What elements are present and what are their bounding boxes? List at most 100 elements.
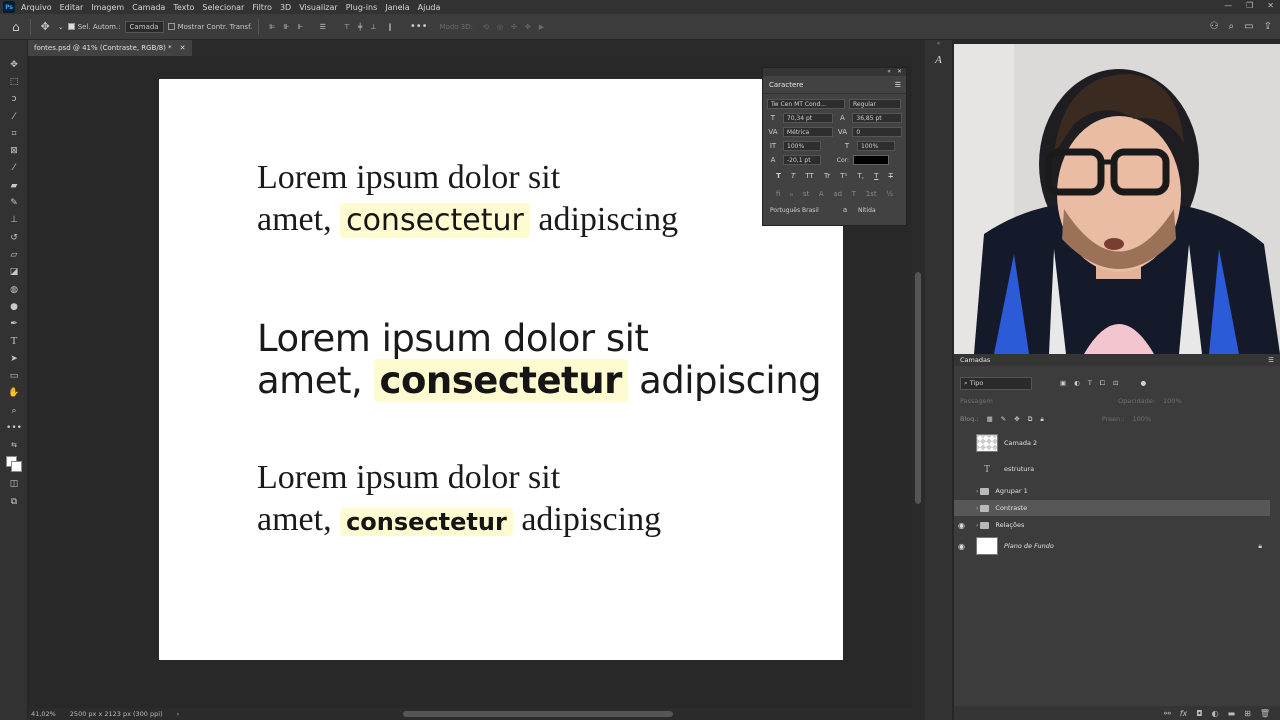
swash-icon[interactable]: st [803,190,809,198]
expand-arrow-icon[interactable]: › [976,488,978,495]
workspace-icon[interactable]: ▭ [1244,21,1253,32]
text-color-swatch[interactable] [853,155,889,165]
fx-icon[interactable]: fx [1180,709,1188,718]
layer-name[interactable]: Relações [995,521,1024,529]
color-swatches-icon[interactable] [0,454,28,476]
titling-alternates-icon[interactable]: ad [833,190,842,198]
marquee-tool-icon[interactable]: ⬚ [0,73,28,90]
menu-plugins[interactable]: Plug-ins [346,3,378,12]
move-tool-icon[interactable]: ✥ [41,20,50,33]
blend-mode-select[interactable]: Passagem [960,397,1070,405]
filter-pixel-icon[interactable]: ▣ [1060,379,1066,387]
lasso-tool-icon[interactable]: ↄ [0,91,28,108]
quick-mask-icon[interactable]: ◫ [0,476,28,493]
layer-name[interactable]: Camada 2 [1004,439,1037,447]
tracking-field[interactable]: 0 [852,127,902,137]
delete-layer-icon[interactable]: 🗑︎ [1260,709,1270,718]
underline-button[interactable]: T [874,172,878,180]
zoom-tool-icon[interactable]: ⌕ [0,402,28,419]
add-mask-icon[interactable]: ◘ [1196,709,1202,718]
distribute-icon[interactable]: ☰ [320,23,326,31]
share-upload-icon[interactable]: ⇪ [1264,21,1272,32]
vertical-scale-field[interactable]: 100% [783,141,821,151]
collapse-icon[interactable]: « [887,68,891,76]
menu-filtro[interactable]: Filtro [252,3,272,12]
new-layer-icon[interactable]: ⊞ [1244,709,1251,718]
restore-icon[interactable]: ❐ [1246,1,1253,10]
search-icon[interactable]: ⌕ [1229,21,1235,32]
subscript-button[interactable]: T, [857,172,864,180]
filter-toggle-icon[interactable]: ● [1140,379,1146,387]
layer-name[interactable]: Contraste [995,504,1027,512]
panel-menu-icon[interactable]: ☰ [1268,356,1274,364]
filter-type-icon[interactable]: T [1088,379,1092,387]
lock-artboard-icon[interactable]: ⧉ [1028,415,1033,424]
camera-3d-icon[interactable]: ▶ [539,23,544,31]
layer-name[interactable]: Plano de Fundo [1004,542,1054,550]
menu-visualizar[interactable]: Visualizar [299,3,338,12]
lock-image-icon[interactable]: ✎ [1001,415,1006,423]
panel-menu-icon[interactable]: ☰ [895,81,901,89]
auto-select-checkbox[interactable] [67,23,75,30]
discretionary-ligature-icon[interactable]: ℴ [790,190,793,198]
font-size-field[interactable]: 70,34 pt [782,113,833,123]
layer-group-row[interactable]: › Agrupar 1 [954,483,1270,499]
layer-row[interactable]: ◉ Plano de Fundo 🔒︎ [954,535,1270,557]
dock-collapse-icon[interactable]: « [925,40,952,50]
screen-mode-icon[interactable]: ⧉ [0,493,28,510]
all-caps-button[interactable]: TT [805,172,813,180]
transform-controls-checkbox[interactable] [167,23,175,30]
more-options-icon[interactable]: ••• [410,21,428,32]
opacity-field[interactable]: 100% [1163,397,1182,405]
baseline-shift-field[interactable]: -20,1 pt [783,155,821,165]
layer-row[interactable]: T estrutura [954,458,1270,480]
type-tool-icon[interactable]: T [0,333,28,350]
menu-imagem[interactable]: Imagem [91,3,124,12]
ordinals-icon[interactable]: T [852,190,856,198]
filter-adjustment-icon[interactable]: ◐ [1074,379,1080,387]
history-brush-tool-icon[interactable]: ↺ [0,229,28,246]
stylistic-alternates-icon[interactable]: A [819,190,824,198]
slide-3d-icon[interactable]: ✥ [525,23,531,31]
hand-tool-icon[interactable]: ✋ [0,385,28,402]
dodge-tool-icon[interactable]: ● [0,298,28,315]
menu-arquivo[interactable]: Arquivo [21,3,52,12]
leading-field[interactable]: 36,85 pt [852,113,902,123]
font-style-select[interactable]: Regular [849,99,901,109]
home-icon[interactable]: ⌂ [12,20,20,34]
gradient-tool-icon[interactable]: ◪ [0,264,28,281]
close-tab-icon[interactable]: ✕ [180,44,186,52]
language-select[interactable]: Português Brasil [767,205,835,215]
document-tab[interactable]: fontes.psd @ 41% (Contraste, RGB/8) * ✕ [28,40,192,56]
align-middle-icon[interactable]: ╪ [358,23,362,31]
stamp-tool-icon[interactable]: ⊥ [0,212,28,229]
layers-panel-title[interactable]: Camadas [960,356,990,364]
layer-name[interactable]: Agrupar 1 [995,487,1027,495]
text-block-1[interactable]: Lorem ipsum dolor sit amet, consectetur … [257,157,678,242]
chevron-down-icon[interactable]: ⌄ [58,23,64,31]
distribute-vertical-icon[interactable]: ‖ [388,23,392,31]
ligature-icon[interactable]: fi [776,190,780,198]
menu-texto[interactable]: Texto [173,3,194,12]
minimize-icon[interactable]: — [1224,1,1232,10]
vertical-scrollbar[interactable] [912,56,925,708]
brush-tool-icon[interactable]: ✎ [0,194,28,211]
blur-tool-icon[interactable]: ◍ [0,281,28,298]
menu-ajuda[interactable]: Ajuda [418,3,441,12]
filter-smart-object-icon[interactable]: ⊡ [1113,379,1118,387]
frame-tool-icon[interactable]: ⊠ [0,142,28,159]
lock-position-icon[interactable]: ✥ [1014,415,1019,423]
layer-name[interactable]: estrutura [1004,465,1034,473]
lock-transparent-icon[interactable]: ▦ [987,415,993,423]
auto-select-dropdown[interactable]: Camada [124,20,164,33]
lock-all-icon[interactable]: 🔒︎ [1040,415,1043,424]
antialias-select[interactable]: Nítida [855,205,897,215]
filter-shape-icon[interactable]: ⧠ [1100,379,1105,388]
expand-arrow-icon[interactable]: › [976,505,978,512]
small-caps-button[interactable]: Tr [824,172,830,180]
scroll-thumb[interactable] [403,711,673,717]
rectangle-tool-icon[interactable]: ▭ [0,367,28,384]
superscript-button[interactable]: T¹ [840,172,847,180]
faux-italic-button[interactable]: T [791,172,795,180]
close-icon[interactable]: ✕ [1267,1,1274,10]
